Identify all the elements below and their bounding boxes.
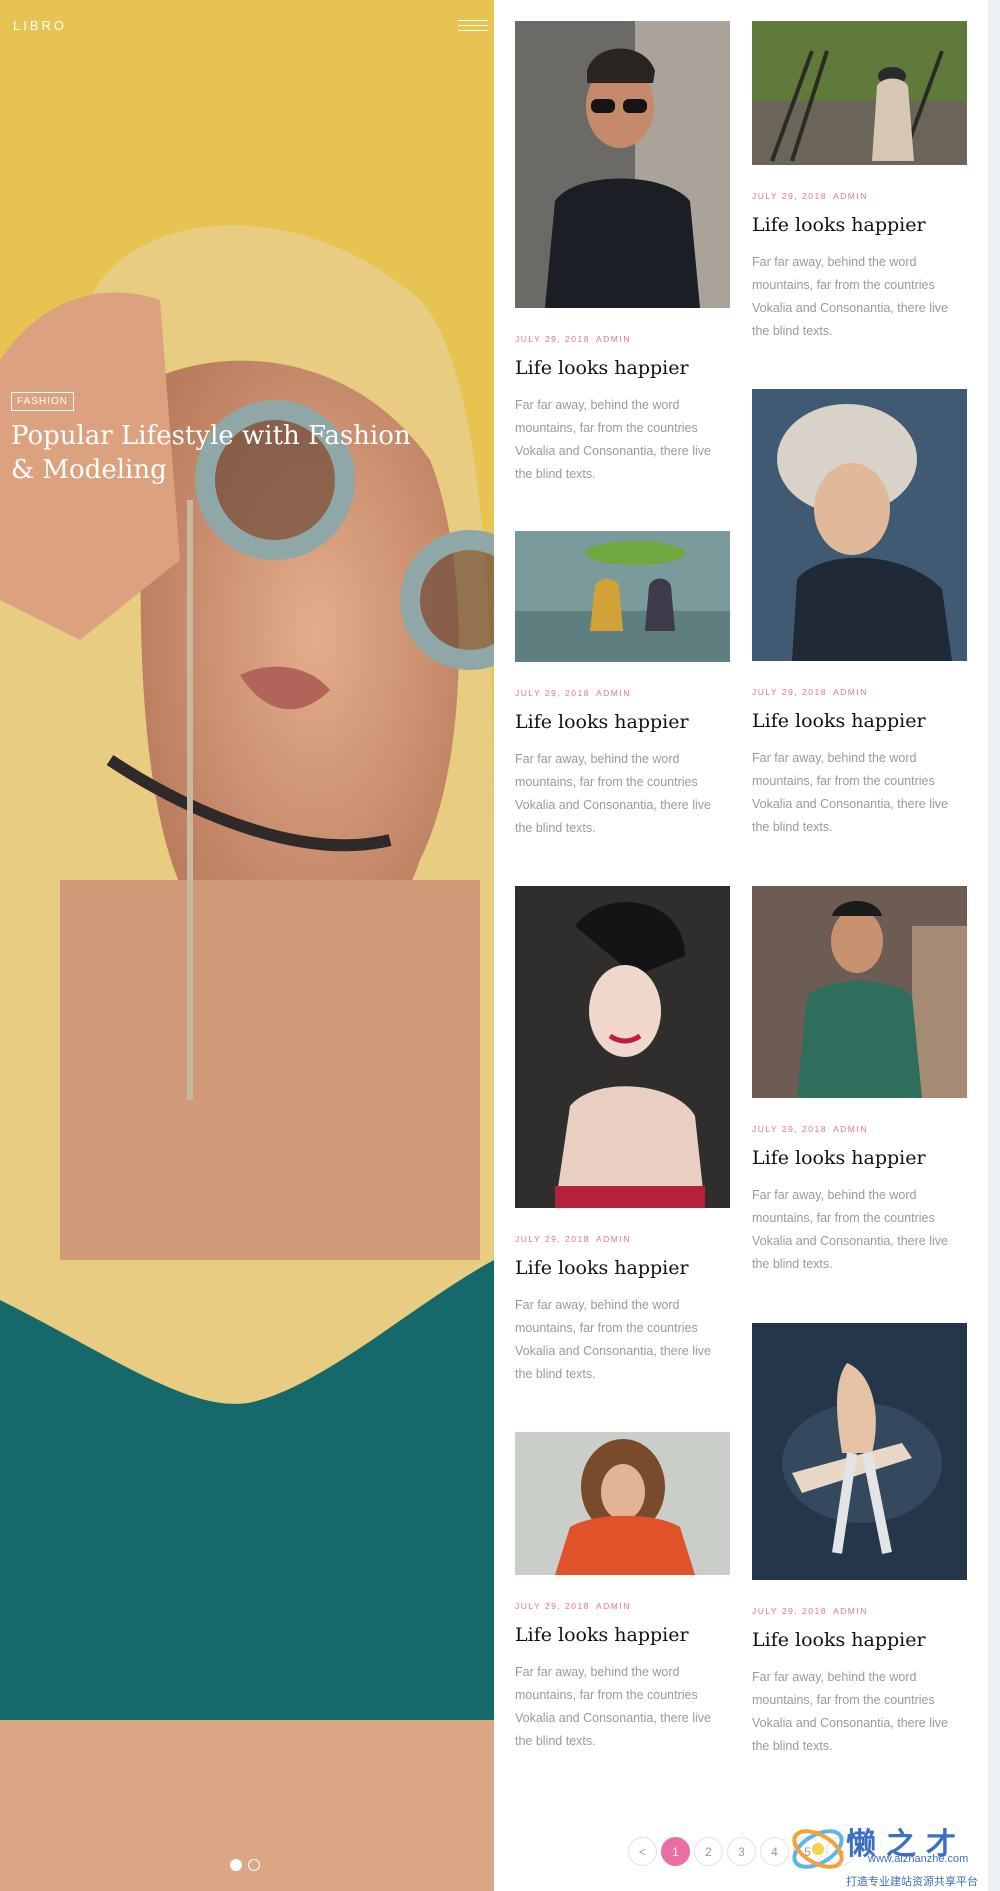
- watermark: 懒之才 www.aizhanzhe.com 打造专业建站资源共享平台: [788, 1815, 1000, 1891]
- post-image[interactable]: [752, 21, 967, 165]
- hero-title[interactable]: Popular Lifestyle with Fashion & Modelin…: [11, 419, 431, 487]
- post-card: JULY 29, 2018 ADMIN Life looks happier Fa…: [515, 21, 730, 486]
- hero-image: [0, 0, 494, 1891]
- post-excerpt: Far far away, behind the word mountains,…: [515, 1665, 711, 1748]
- post-author[interactable]: ADMIN: [833, 191, 868, 201]
- post-excerpt: Far far away, behind the word mountains,…: [515, 752, 711, 835]
- post-author[interactable]: ADMIN: [833, 687, 868, 697]
- post-meta: JULY 29, 2018 ADMIN: [752, 687, 967, 697]
- post-title[interactable]: Life looks happier: [752, 213, 967, 237]
- post-image[interactable]: [752, 886, 967, 1098]
- post-card: JULY 29, 2018 ADMIN Life looks happier Fa…: [752, 1323, 967, 1758]
- pagination-page-1[interactable]: 1: [661, 1837, 690, 1866]
- post-title[interactable]: Life looks happier: [752, 709, 967, 733]
- post-excerpt: Far far away, behind the word mountains,…: [752, 751, 948, 834]
- watermark-logo-icon: [792, 1829, 844, 1869]
- post-excerpt: Far far away, behind the word mountains,…: [752, 255, 948, 338]
- watermark-url[interactable]: www.aizhanzhe.com: [868, 1853, 968, 1865]
- post-image[interactable]: [515, 531, 730, 662]
- post-excerpt: Far far away, behind the word mountains,…: [515, 1298, 711, 1381]
- brand-logo[interactable]: LIBRO: [13, 18, 67, 33]
- post-grid: JULY 29, 2018 ADMIN Life looks happier Fa…: [494, 0, 988, 1891]
- post-meta: JULY 29, 2018 ADMIN: [752, 191, 967, 201]
- post-title[interactable]: Life looks happier: [515, 1256, 730, 1280]
- slider-dot-2[interactable]: [248, 1859, 260, 1871]
- post-author[interactable]: ADMIN: [596, 688, 631, 698]
- hero-category-tag[interactable]: FASHION: [11, 392, 74, 411]
- scrollbar-track[interactable]: [988, 0, 1000, 1891]
- watermark-subtitle: 打造专业建站资源共享平台: [846, 1876, 978, 1888]
- post-date[interactable]: JULY 29, 2018: [752, 191, 827, 201]
- post-image[interactable]: [515, 1432, 730, 1575]
- post-meta: JULY 29, 2018 ADMIN: [752, 1606, 967, 1616]
- post-image[interactable]: [515, 21, 730, 308]
- post-card: JULY 29, 2018 ADMIN Life looks happier Fa…: [752, 886, 967, 1276]
- post-title[interactable]: Life looks happier: [515, 356, 730, 380]
- post-card: JULY 29, 2018 ADMIN Life looks happier Fa…: [752, 389, 967, 839]
- post-meta: JULY 29, 2018 ADMIN: [752, 1124, 967, 1134]
- pagination-page-4[interactable]: 4: [760, 1837, 789, 1866]
- post-author[interactable]: ADMIN: [833, 1124, 868, 1134]
- post-card: JULY 29, 2018 ADMIN Life looks happier Fa…: [752, 21, 967, 343]
- post-card: JULY 29, 2018 ADMIN Life looks happier Fa…: [515, 886, 730, 1386]
- post-meta: JULY 29, 2018 ADMIN: [515, 1601, 730, 1611]
- post-author[interactable]: ADMIN: [596, 334, 631, 344]
- post-title[interactable]: Life looks happier: [515, 710, 730, 734]
- post-date[interactable]: JULY 29, 2018: [515, 1234, 590, 1244]
- post-date[interactable]: JULY 29, 2018: [515, 1601, 590, 1611]
- post-author[interactable]: ADMIN: [833, 1606, 868, 1616]
- pagination-page-2[interactable]: 2: [694, 1837, 723, 1866]
- pagination-page-3[interactable]: 3: [727, 1837, 756, 1866]
- post-date[interactable]: JULY 29, 2018: [515, 688, 590, 698]
- pagination-prev-button[interactable]: <: [628, 1837, 657, 1866]
- post-meta: JULY 29, 2018 ADMIN: [515, 688, 730, 698]
- post-meta: JULY 29, 2018 ADMIN: [515, 334, 730, 344]
- post-image[interactable]: [752, 389, 967, 661]
- menu-icon[interactable]: [458, 20, 488, 34]
- post-excerpt: Far far away, behind the word mountains,…: [515, 398, 711, 481]
- post-meta: JULY 29, 2018 ADMIN: [515, 1234, 730, 1244]
- post-excerpt: Far far away, behind the word mountains,…: [752, 1670, 948, 1753]
- post-title[interactable]: Life looks happier: [752, 1146, 967, 1170]
- post-card: JULY 29, 2018 ADMIN Life looks happier Fa…: [515, 1432, 730, 1753]
- post-image[interactable]: [515, 886, 730, 1208]
- post-author[interactable]: ADMIN: [596, 1601, 631, 1611]
- post-title[interactable]: Life looks happier: [752, 1628, 967, 1652]
- post-date[interactable]: JULY 29, 2018: [752, 1124, 827, 1134]
- post-image[interactable]: [752, 1323, 967, 1580]
- post-excerpt: Far far away, behind the word mountains,…: [752, 1188, 948, 1271]
- post-date[interactable]: JULY 29, 2018: [752, 1606, 827, 1616]
- slider-dots: [230, 1859, 260, 1871]
- post-date[interactable]: JULY 29, 2018: [515, 334, 590, 344]
- post-card: JULY 29, 2018 ADMIN Life looks happier Fa…: [515, 531, 730, 840]
- post-title[interactable]: Life looks happier: [515, 1623, 730, 1647]
- hero-slider: LIBRO FASHION Popular Lifestyle with Fas…: [0, 0, 494, 1891]
- post-author[interactable]: ADMIN: [596, 1234, 631, 1244]
- slider-dot-1[interactable]: [230, 1859, 242, 1871]
- post-date[interactable]: JULY 29, 2018: [752, 687, 827, 697]
